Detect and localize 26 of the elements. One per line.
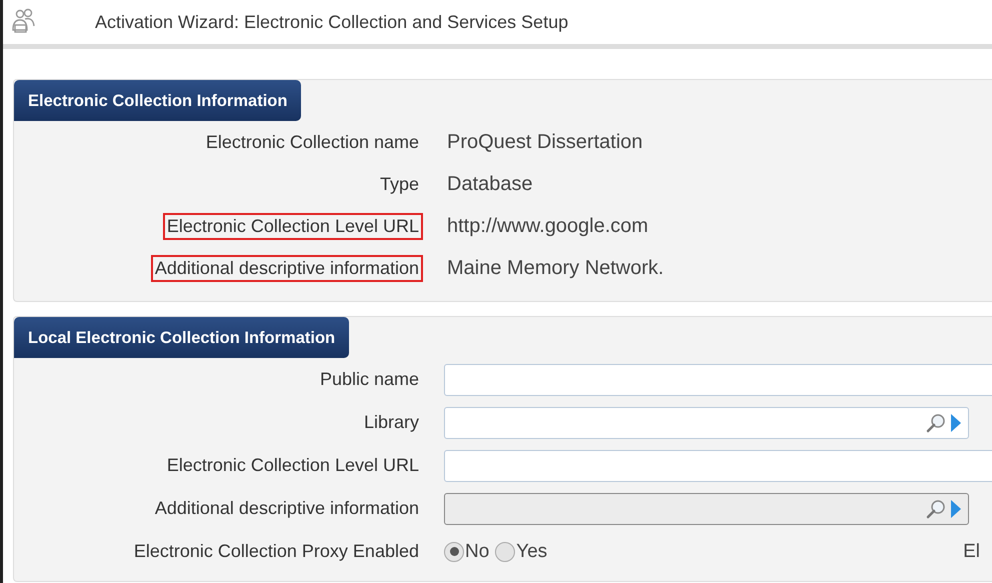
window-title: Activation Wizard: Electronic Collection and Services Setup — [95, 12, 568, 32]
lookup-field[interactable] — [444, 406, 969, 438]
radio-button[interactable] — [444, 542, 464, 562]
field-label: Electronic Collection Proxy Enabled — [132, 540, 420, 563]
field-label: Electronic Collection Level URL — [162, 212, 423, 240]
field-value: http://www.google.com — [447, 214, 648, 238]
field-label: El — [963, 540, 981, 562]
field-label: Type — [378, 172, 420, 196]
radio-label[interactable]: Yes — [516, 540, 548, 562]
search-icon[interactable] — [926, 412, 946, 432]
field-label: Library — [362, 411, 420, 434]
field-label: Additional descriptive information — [154, 497, 420, 520]
section-header: Local Electronic Collection Information — [14, 317, 350, 358]
radio-button[interactable] — [495, 542, 516, 562]
radio-label[interactable]: No — [465, 540, 490, 562]
field-label: Electronic Collection name — [204, 130, 420, 154]
field-value: ProQuest Dissertation — [447, 130, 643, 154]
input-field[interactable] — [444, 364, 992, 396]
field-value: Database — [447, 172, 533, 196]
field-value: Maine Memory Network. — [447, 256, 664, 280]
field-label: Electronic Collection Level URL — [166, 454, 420, 477]
field-label: Public name — [318, 368, 420, 391]
arrow-right-icon[interactable] — [950, 412, 962, 432]
input-field[interactable] — [444, 450, 992, 482]
section-header: Electronic Collection Information — [14, 80, 302, 121]
field-label: Additional descriptive information — [150, 254, 423, 282]
